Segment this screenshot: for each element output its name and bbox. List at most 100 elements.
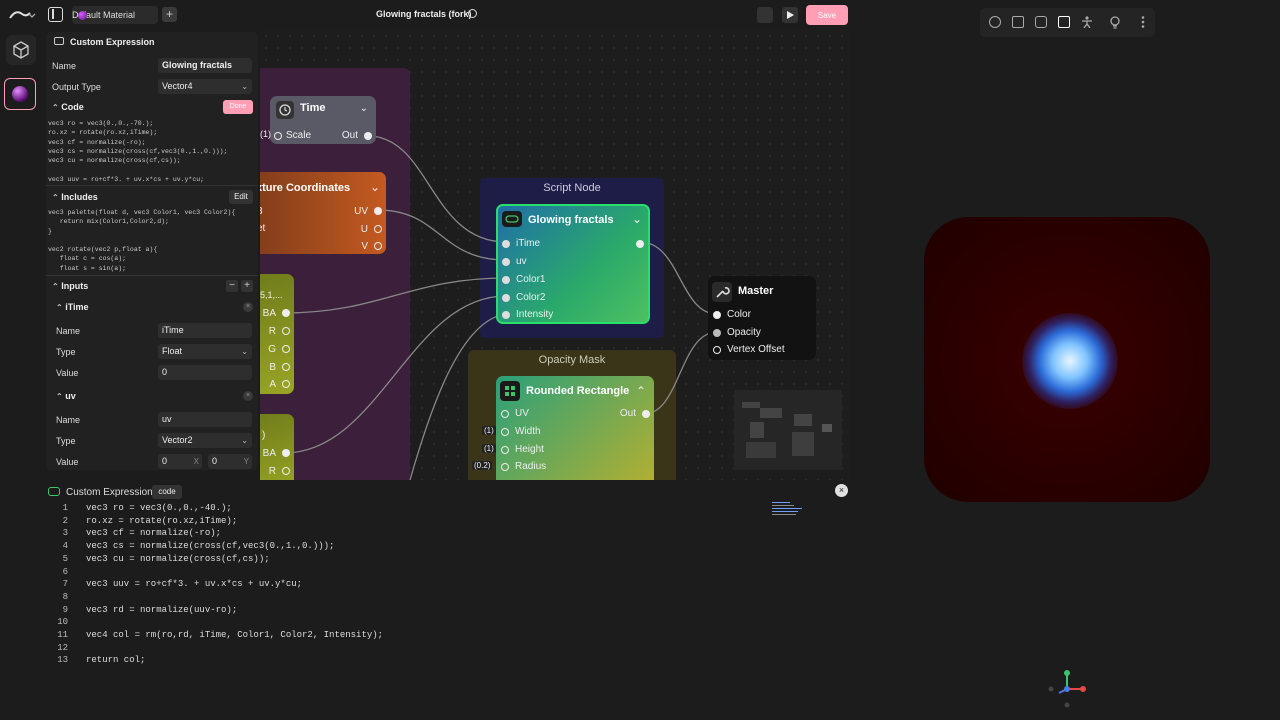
line-number: 8 bbox=[62, 591, 68, 602]
node-title: xture Coordinates bbox=[260, 182, 351, 194]
port-uv[interactable] bbox=[374, 207, 382, 215]
input-uv-header[interactable]: ⌃ uv bbox=[56, 391, 76, 401]
port-height[interactable] bbox=[501, 446, 509, 454]
port-scale[interactable] bbox=[274, 132, 282, 140]
node-title: Rounded Rectangle bbox=[526, 385, 630, 397]
port-v[interactable] bbox=[374, 242, 382, 250]
axis-gizmo-icon[interactable] bbox=[1046, 668, 1088, 710]
plane-primitive-icon[interactable] bbox=[1058, 16, 1070, 28]
line-number: 2 bbox=[62, 515, 68, 526]
cube-primitive-icon[interactable] bbox=[1012, 16, 1024, 28]
port-color1[interactable] bbox=[502, 276, 510, 284]
more-options-icon[interactable] bbox=[1137, 16, 1149, 28]
texture-coordinates-node[interactable]: xture Coordinates ⌄ 3 et UV U V bbox=[260, 172, 386, 254]
export-button[interactable] bbox=[757, 7, 773, 23]
collapse-chevron-icon[interactable]: ⌄ bbox=[370, 180, 380, 194]
master-node[interactable]: Master Color Opacity Vertex Offset bbox=[708, 276, 816, 360]
add-tab-button[interactable]: + bbox=[162, 7, 177, 22]
edit-includes-button[interactable]: Edit bbox=[229, 190, 253, 204]
code-line[interactable]: ro.xz = rotate(ro.xz,iTime); bbox=[86, 516, 237, 526]
code-line[interactable]: vec3 cs = normalize(cross(cf,vec3(0.,1.,… bbox=[86, 541, 334, 551]
port-opacity[interactable] bbox=[713, 329, 721, 337]
remove-input-button[interactable]: − bbox=[226, 280, 238, 292]
material-preview-viewport[interactable] bbox=[924, 217, 1210, 502]
light-bulb-icon[interactable] bbox=[1109, 16, 1121, 29]
save-button[interactable]: Save bbox=[806, 5, 848, 25]
line-number: 13 bbox=[57, 655, 68, 666]
node-graph-canvas[interactable]: Script Node Opacity Mask Time ⌄ Scale (1… bbox=[260, 30, 850, 480]
input-value-y[interactable]: 0Y bbox=[208, 454, 252, 469]
port-r[interactable] bbox=[282, 327, 290, 335]
port-rgba[interactable] bbox=[282, 309, 290, 317]
material-sphere-button[interactable] bbox=[4, 78, 36, 110]
collapse-chevron-icon[interactable]: ⌃ bbox=[636, 384, 646, 398]
logo-icon[interactable] bbox=[8, 8, 36, 22]
input-value-field[interactable]: 0 bbox=[158, 365, 252, 380]
port-a[interactable] bbox=[282, 380, 290, 388]
sidebar-toggle-icon[interactable] bbox=[48, 7, 63, 22]
input-name-field[interactable]: uv bbox=[158, 412, 252, 427]
port-g[interactable] bbox=[282, 345, 290, 353]
editor-minimap[interactable] bbox=[772, 500, 812, 520]
code-line[interactable]: vec3 ro = vec3(0.,0.,-40.); bbox=[86, 503, 232, 513]
port-width[interactable] bbox=[501, 428, 509, 436]
character-primitive-icon[interactable] bbox=[1081, 16, 1093, 29]
includes-preview[interactable]: vec3 palette(float d, vec3 Color1, vec3 … bbox=[48, 208, 254, 273]
close-editor-button[interactable]: × bbox=[835, 484, 848, 497]
input-name-field[interactable]: iTime bbox=[158, 323, 252, 338]
code-line[interactable]: vec3 rd = normalize(uuv-ro); bbox=[86, 605, 237, 615]
play-button[interactable] bbox=[782, 7, 798, 23]
port-itime[interactable] bbox=[502, 240, 510, 248]
input-title: iTime bbox=[65, 302, 89, 312]
port-out[interactable] bbox=[642, 410, 650, 418]
name-input[interactable]: Glowing fractals bbox=[158, 58, 252, 73]
code-line[interactable]: vec4 col = rm(ro,rd, iTime, Color1, Colo… bbox=[86, 630, 383, 640]
cylinder-primitive-icon[interactable] bbox=[1035, 16, 1047, 28]
axis-label: X bbox=[193, 457, 199, 466]
code-line[interactable]: vec3 uuv = ro+cf*3. + uv.x*cs + uv.y*cu; bbox=[86, 579, 302, 589]
scene-cube-button[interactable] bbox=[6, 35, 36, 65]
code-line[interactable]: vec3 cu = normalize(cross(cf,cs)); bbox=[86, 554, 270, 564]
collapse-chevron-icon[interactable]: ⌄ bbox=[632, 212, 642, 226]
graph-minimap[interactable] bbox=[734, 390, 842, 470]
includes-section-header[interactable]: ⌃ Includes bbox=[52, 192, 98, 202]
port-intensity[interactable] bbox=[502, 311, 510, 319]
port-color[interactable] bbox=[713, 311, 721, 319]
port-out[interactable] bbox=[636, 240, 644, 248]
sphere-primitive-icon[interactable] bbox=[989, 16, 1001, 28]
input-itime-header[interactable]: ⌃ iTime bbox=[56, 302, 89, 312]
port-r[interactable] bbox=[282, 467, 290, 475]
rounded-rectangle-node[interactable]: Rounded Rectangle ⌃ UV Width Height Radi… bbox=[472, 376, 654, 480]
output-type-select[interactable]: Vector4 ⌄ bbox=[158, 79, 252, 94]
port-b[interactable] bbox=[282, 363, 290, 371]
port-color2[interactable] bbox=[502, 294, 510, 302]
inputs-section-header[interactable]: ⌃ Inputs bbox=[52, 281, 88, 291]
glowing-fractals-node[interactable]: Glowing fractals ⌄ iTime uv Color1 Color… bbox=[496, 204, 650, 324]
port-radius[interactable] bbox=[501, 463, 509, 471]
code-line[interactable]: vec3 cf = normalize(-ro); bbox=[86, 528, 221, 538]
port-out[interactable] bbox=[364, 132, 372, 140]
done-button[interactable]: Done bbox=[223, 100, 253, 114]
input-value-x[interactable]: 0X bbox=[158, 454, 202, 469]
port-uv[interactable] bbox=[502, 258, 510, 266]
input-type-select[interactable]: Float ⌄ bbox=[158, 344, 252, 359]
port-u[interactable] bbox=[374, 225, 382, 233]
add-input-button[interactable]: + bbox=[241, 280, 253, 292]
color-node[interactable]: 5,1,... BA R G B A bbox=[260, 274, 294, 394]
code-line[interactable]: return col; bbox=[86, 655, 145, 665]
remove-input-itime-button[interactable]: × bbox=[243, 302, 253, 312]
divider bbox=[46, 275, 258, 276]
input-type-select[interactable]: Vector2 ⌄ bbox=[158, 433, 252, 448]
remove-input-uv-button[interactable]: × bbox=[243, 391, 253, 401]
code-section-header[interactable]: ⌃ Code bbox=[52, 102, 84, 112]
code-preview[interactable]: vec3 ro = vec3(0.,0.,-70.); ro.xz = rota… bbox=[48, 119, 254, 184]
time-node[interactable]: Time ⌄ Scale (1) Out bbox=[260, 96, 376, 144]
section-label: Inputs bbox=[61, 281, 89, 291]
color-node[interactable]: ) BA R bbox=[260, 414, 294, 480]
port-rgba[interactable] bbox=[282, 449, 290, 457]
editor-tab-code[interactable]: code bbox=[152, 485, 182, 499]
material-tab[interactable]: Default Material bbox=[72, 6, 158, 24]
port-vertex-offset[interactable] bbox=[713, 346, 721, 354]
port-uv[interactable] bbox=[501, 410, 509, 418]
collapse-chevron-icon[interactable]: ⌄ bbox=[360, 103, 368, 114]
